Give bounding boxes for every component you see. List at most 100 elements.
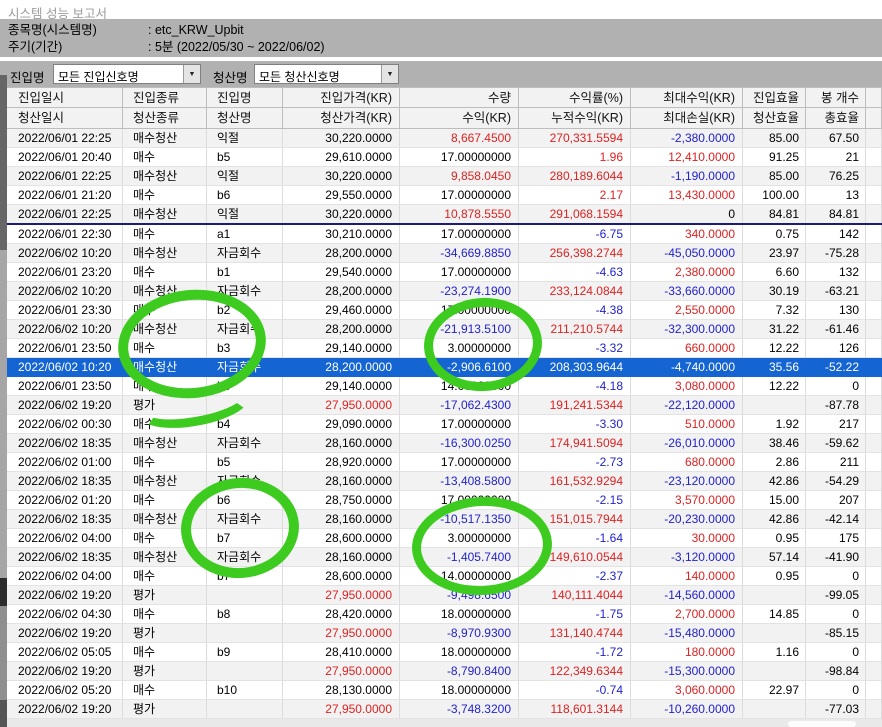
table-row[interactable]: 2022/06/02 19:20평가27,950.0000-8,790.8400… [7, 662, 882, 681]
table-row[interactable]: 2022/06/02 10:20매수청산자금회수28,200.0000-23,2… [7, 282, 882, 301]
table-row[interactable]: 2022/06/02 04:30매수b828,420.000018.000000… [7, 605, 882, 624]
column-header[interactable] [866, 108, 882, 129]
table-row[interactable]: 2022/06/02 10:20매수청산자금회수28,200.0000-34,6… [7, 244, 882, 263]
column-header[interactable]: 수량 [400, 87, 519, 108]
table-row[interactable]: 2022/06/02 10:20매수청산자금회수28,200.0000-2,90… [7, 358, 882, 377]
table-cell: 680.0000 [631, 453, 743, 472]
table-cell: 175 [806, 529, 866, 548]
entry-signal-combobox[interactable]: 모든 진입신호명 ▼ [53, 64, 201, 84]
column-header[interactable]: 청산일시 [7, 108, 123, 129]
table-cell: 매수청산 [123, 358, 207, 377]
table-cell: -16,300.0250 [400, 434, 519, 453]
column-header[interactable]: 청산효율 [743, 108, 806, 129]
table-cell: 매수청산 [123, 244, 207, 263]
table-cell: b5 [207, 453, 283, 472]
table-cell: -59.62 [806, 434, 866, 453]
table-cell: 2022/06/02 19:20 [7, 662, 123, 681]
table-cell: 0 [806, 643, 866, 662]
table-cell: 매수 [123, 263, 207, 282]
table-row[interactable]: 2022/06/01 22:25매수청산익절30,220.00008,667.4… [7, 129, 882, 148]
table-row[interactable]: 2022/06/01 22:25매수청산익절30,220.00009,858.0… [7, 167, 882, 186]
background-window-edge-segment [0, 75, 7, 250]
table-cell: 122,349.6344 [519, 662, 631, 681]
column-header[interactable]: 수익률(%) [519, 87, 631, 108]
table-cell: 14.85 [743, 605, 806, 624]
table-row[interactable]: 2022/06/02 18:35매수청산자금회수28,160.0000-10,5… [7, 510, 882, 529]
table-row[interactable]: 2022/06/02 19:20평가27,950.0000-9,498.6500… [7, 586, 882, 605]
column-header[interactable]: 최대손실(KR) [631, 108, 743, 129]
table-row[interactable]: 2022/06/01 22:30매수a130,210.000017.000000… [7, 225, 882, 244]
table-row[interactable]: 2022/06/02 01:00매수b528,920.000017.000000… [7, 453, 882, 472]
table-row[interactable]: 2022/06/02 19:20평가27,950.0000-8,970.9300… [7, 624, 882, 643]
table-row[interactable]: 2022/06/01 22:25매수청산익절30,220.000010,878.… [7, 205, 882, 225]
table-row[interactable]: 2022/06/01 23:20매수b129,540.000017.000000… [7, 263, 882, 282]
entry-combobox-dropdown-button[interactable]: ▼ [183, 65, 200, 83]
table-row[interactable]: 2022/06/01 21:20매수b629,550.000017.000000… [7, 186, 882, 205]
column-header[interactable]: 진입명 [207, 87, 283, 108]
table-row[interactable]: 2022/06/01 23:50매수b329,140.000014.000000… [7, 377, 882, 396]
table-cell: 29,090.0000 [283, 415, 400, 434]
table-cell: 28,200.0000 [283, 358, 400, 377]
filter-bar: 진입명 모든 진입신호명 ▼ 청산명 모든 청산신호명 ▼ [0, 61, 882, 87]
period-info-line: 주기(기간) : 5분 (2022/05/30 ~ 2022/06/02) [8, 39, 882, 56]
table-cell: 매수 [123, 453, 207, 472]
table-cell: b8 [207, 605, 283, 624]
table-cell: 매수청산 [123, 167, 207, 186]
column-header[interactable]: 진입종류 [123, 87, 207, 108]
table-cell: -3,748.3200 [400, 700, 519, 719]
exit-combobox-dropdown-button[interactable]: ▼ [381, 65, 398, 83]
table-row[interactable]: 2022/06/02 05:05매수b928,410.000018.000000… [7, 643, 882, 662]
column-header[interactable]: 청산종류 [123, 108, 207, 129]
table-cell: -41.90 [806, 548, 866, 567]
column-header[interactable]: 봉 개수 [806, 87, 866, 108]
table-cell: 1.96 [519, 148, 631, 167]
table-cell: 18.00000000 [400, 643, 519, 662]
column-header[interactable]: 최대수익(KR) [631, 87, 743, 108]
table-cell: 2022/06/02 05:20 [7, 681, 123, 700]
column-header[interactable]: 진입일시 [7, 87, 123, 108]
column-header[interactable]: 진입가격(KR) [283, 87, 400, 108]
table-cell: -77.03 [806, 700, 866, 719]
scrollbar-thumb[interactable] [788, 721, 856, 727]
table-cell: 149,610.0544 [519, 548, 631, 567]
table-row[interactable]: 2022/06/02 01:20매수b628,750.000017.000000… [7, 491, 882, 510]
table-cell: b3 [207, 377, 283, 396]
column-header[interactable]: 청산가격(KR) [283, 108, 400, 129]
exit-signal-combobox[interactable]: 모든 청산신호명 ▼ [254, 64, 399, 84]
table-row[interactable]: 2022/06/02 04:00매수b728,600.00003.0000000… [7, 529, 882, 548]
column-header[interactable]: 진입효율 [743, 87, 806, 108]
table-cell: 2022/06/01 23:30 [7, 301, 123, 320]
table-row[interactable]: 2022/06/01 23:30매수b229,460.000017.000000… [7, 301, 882, 320]
horizontal-scrollbar[interactable] [7, 719, 882, 727]
symbol-label: 종목명(시스템명) [8, 22, 148, 39]
table-row[interactable]: 2022/06/02 19:20평가27,950.0000-3,748.3200… [7, 700, 882, 719]
table-cell: 17.00000000 [400, 225, 519, 244]
table-row[interactable]: 2022/06/02 18:35매수청산자금회수28,160.0000-13,4… [7, 472, 882, 491]
table-row[interactable]: 2022/06/01 23:50매수b329,140.00003.0000000… [7, 339, 882, 358]
table-cell: 2.86 [743, 453, 806, 472]
table-cell [866, 377, 882, 396]
table-row[interactable]: 2022/06/02 05:20매수b1028,130.000018.00000… [7, 681, 882, 700]
table-row[interactable]: 2022/06/01 20:40매수b529,610.000017.000000… [7, 148, 882, 167]
table-cell: 142 [806, 225, 866, 244]
table-cell: 28,160.0000 [283, 434, 400, 453]
table-row[interactable]: 2022/06/02 00:30매수b429,090.000017.000000… [7, 415, 882, 434]
column-header[interactable]: 청산명 [207, 108, 283, 129]
table-row[interactable]: 2022/06/02 10:20매수청산자금회수28,200.0000-21,9… [7, 320, 882, 339]
table-cell: 2,380.0000 [631, 263, 743, 282]
table-cell: 0.95 [743, 529, 806, 548]
column-header[interactable]: 총효율 [806, 108, 866, 129]
table-cell [866, 148, 882, 167]
table-row[interactable]: 2022/06/02 04:00매수b728,600.000014.000000… [7, 567, 882, 586]
column-header[interactable]: 수익(KR) [400, 108, 519, 129]
table-cell: 자금회수 [207, 320, 283, 339]
column-header[interactable] [866, 87, 882, 108]
table-cell: 2022/06/01 22:25 [7, 129, 123, 148]
table-row[interactable]: 2022/06/02 19:20평가27,950.0000-17,062.430… [7, 396, 882, 415]
table-cell: 2022/06/01 22:25 [7, 205, 123, 223]
table-cell: 57.14 [743, 548, 806, 567]
table-row[interactable]: 2022/06/02 18:35매수청산자금회수28,160.0000-16,3… [7, 434, 882, 453]
table-row[interactable]: 2022/06/02 18:35매수청산자금회수28,160.0000-1,40… [7, 548, 882, 567]
column-header[interactable]: 누적수익(KR) [519, 108, 631, 129]
table-cell: 14.00000000 [400, 377, 519, 396]
